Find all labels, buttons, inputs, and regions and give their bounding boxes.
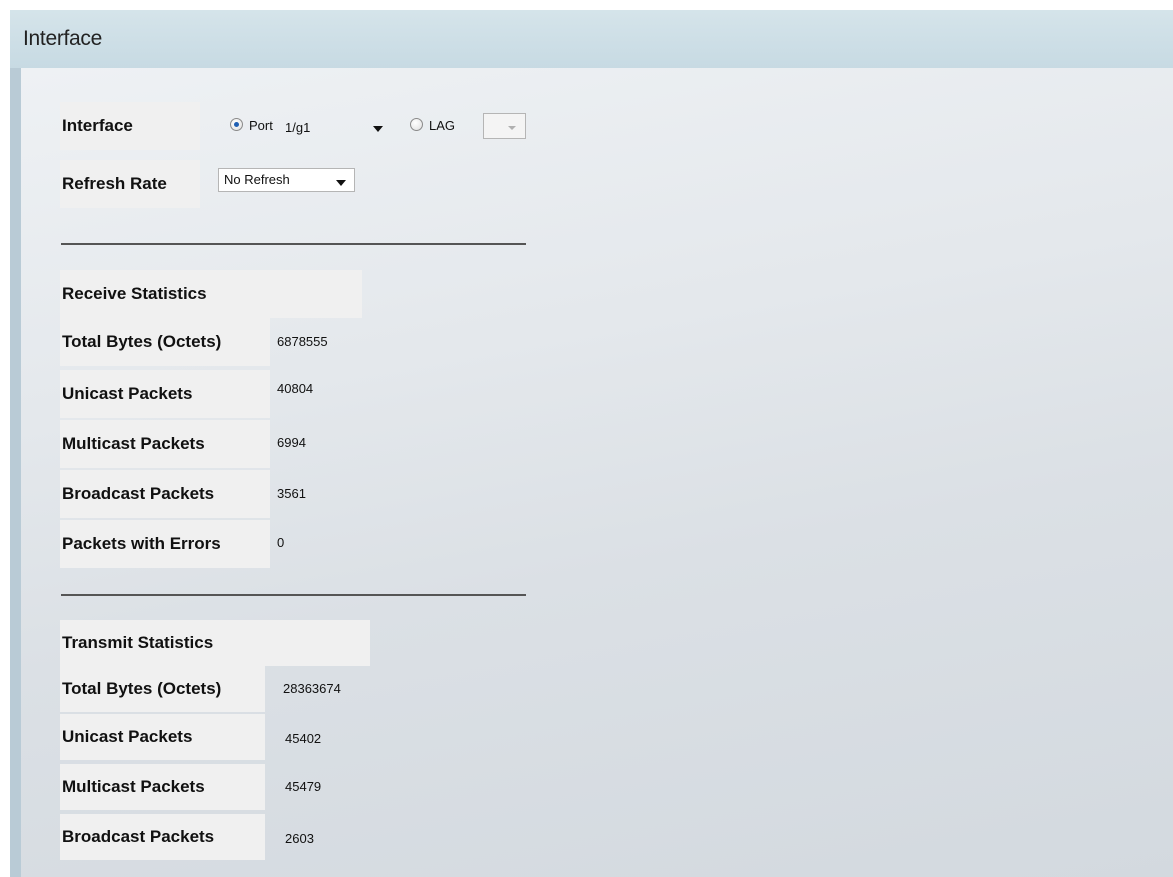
chevron-down-icon	[336, 180, 346, 186]
tx-multicast-value: 45479	[285, 779, 322, 794]
tx-multicast-label: Multicast Packets	[60, 764, 265, 810]
rx-broadcast-value: 3561	[277, 486, 306, 501]
transmit-statistics-heading: Transmit Statistics	[60, 620, 370, 666]
divider	[61, 594, 526, 596]
rx-broadcast-label: Broadcast Packets	[60, 470, 270, 518]
rx-total-bytes-label: Total Bytes (Octets)	[60, 318, 270, 366]
port-select-value: 1/g1	[285, 120, 311, 135]
refresh-rate-select[interactable]: No Refresh	[218, 168, 355, 192]
tx-total-bytes-label: Total Bytes (Octets)	[60, 666, 265, 712]
receive-statistics-heading: Receive Statistics	[60, 270, 362, 318]
port-label: Port	[249, 118, 273, 133]
port-radio[interactable]	[230, 118, 243, 131]
page-title: Interface	[23, 27, 103, 50]
lag-label: LAG	[429, 118, 456, 133]
port-select[interactable]: 1/g1	[279, 113, 398, 139]
rx-unicast-value: 40804	[277, 381, 314, 396]
rx-total-bytes-value: 6878555	[277, 334, 328, 349]
tx-broadcast-value: 2603	[285, 831, 314, 846]
rx-unicast-label: Unicast Packets	[60, 370, 270, 418]
tx-unicast-value: 45402	[285, 731, 322, 746]
tx-unicast-label: Unicast Packets	[60, 714, 265, 760]
rx-errors-label: Packets with Errors	[60, 520, 270, 568]
lag-radio[interactable]	[410, 118, 423, 131]
chevron-down-icon	[373, 126, 383, 132]
interface-label: Interface	[60, 102, 200, 150]
rx-multicast-value: 6994	[277, 435, 306, 450]
refresh-rate-value: No Refresh	[224, 172, 290, 187]
rx-multicast-label: Multicast Packets	[60, 420, 270, 468]
divider	[61, 243, 526, 245]
tx-total-bytes-value: 28363674	[283, 681, 341, 696]
rx-errors-value: 0	[277, 535, 285, 550]
chevron-down-icon	[508, 126, 516, 130]
lag-select[interactable]	[483, 113, 526, 139]
refresh-rate-label: Refresh Rate	[60, 160, 200, 208]
title-bar: Interface	[10, 10, 1173, 68]
tx-broadcast-label: Broadcast Packets	[60, 814, 265, 860]
